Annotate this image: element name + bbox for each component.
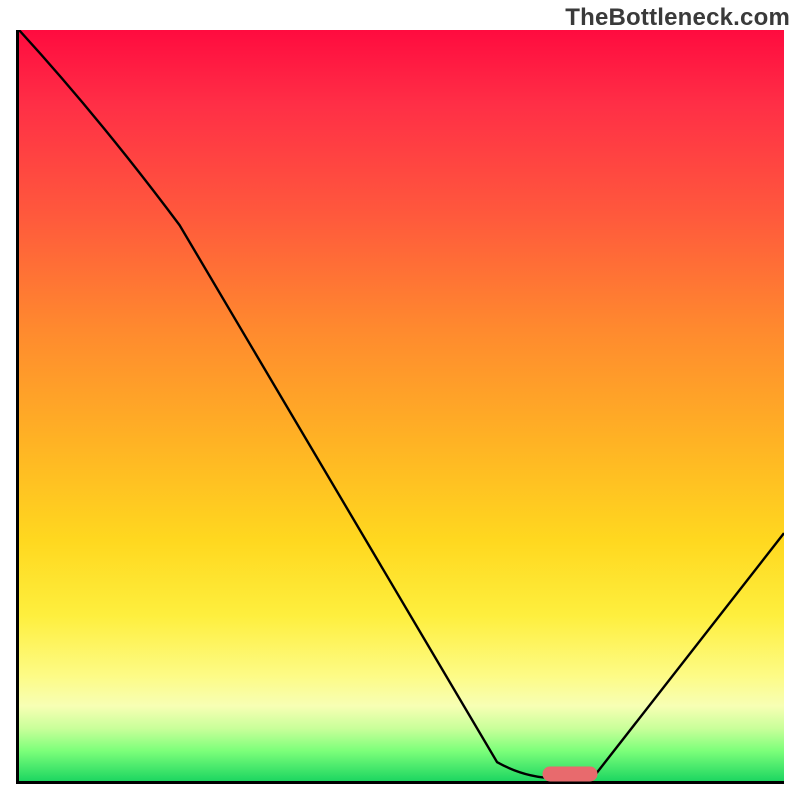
plot-area <box>16 30 784 784</box>
chart-frame: TheBottleneck.com <box>0 0 800 800</box>
watermark-text: TheBottleneck.com <box>565 4 790 32</box>
bottleneck-curve <box>19 30 784 781</box>
optimum-marker <box>542 767 597 782</box>
